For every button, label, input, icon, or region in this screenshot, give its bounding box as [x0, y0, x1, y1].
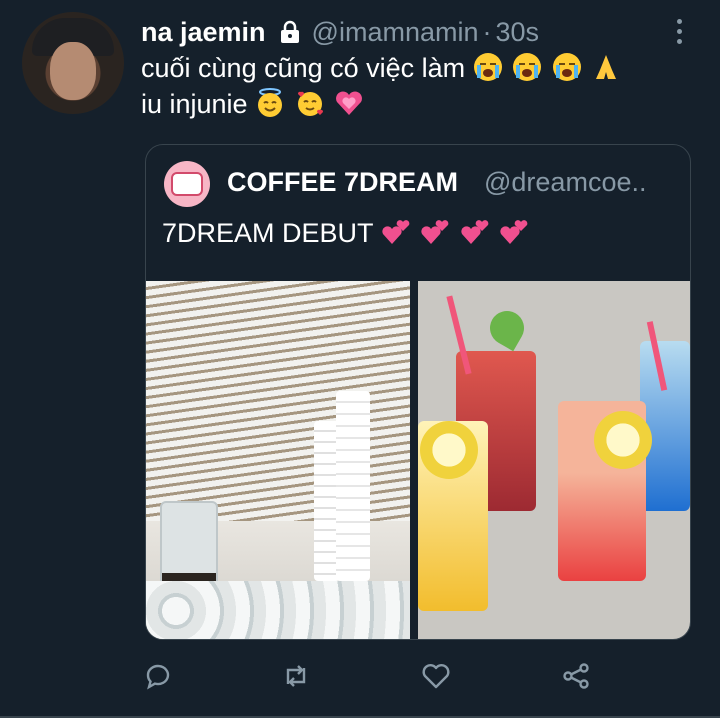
tweet-line-1-text: cuối cùng cũng có việc làm	[141, 53, 466, 83]
smiling-hearts-emoji	[297, 91, 323, 116]
author-name[interactable]: na jaemin	[141, 17, 266, 48]
paper-cup-stack	[336, 391, 370, 581]
two-hearts-emoji	[421, 220, 449, 244]
reply-icon[interactable]	[138, 656, 178, 696]
growing-heart-emoji	[336, 91, 363, 115]
tweet-line-1: cuối cùng cũng có việc làm	[141, 50, 623, 86]
lemon-slice	[420, 421, 478, 479]
lemon-slice	[594, 411, 652, 469]
tweet-time[interactable]: 30s	[496, 17, 540, 48]
tweet-header: na jaemin @imamnamin · 30s	[141, 14, 539, 50]
glass-rows	[146, 581, 410, 639]
photo-drinks[interactable]	[418, 281, 690, 639]
loudly-crying-emoji	[513, 53, 542, 81]
heart-icon[interactable]	[416, 656, 456, 696]
window-blinds	[146, 281, 410, 521]
separator-dot: ·	[482, 16, 492, 47]
lock-icon	[278, 20, 302, 44]
loudly-crying-emoji	[552, 53, 581, 81]
watermelon-slice	[483, 304, 531, 352]
quoted-author-avatar[interactable]	[164, 161, 210, 207]
tweet-text: cuối cùng cũng có việc làm iu injunie	[141, 50, 623, 122]
halo-smile-emoji	[258, 88, 283, 117]
two-hearts-emoji	[381, 220, 409, 244]
tweet-line-2: iu injunie	[141, 86, 623, 122]
quoted-tweet-card[interactable]: COFFEE 7DREAM @dreamcoe.. 7DREAM DEBUT	[145, 144, 691, 640]
author-avatar[interactable]	[22, 12, 124, 114]
loudly-crying-emoji	[473, 53, 502, 81]
photo-cafe-counter[interactable]	[146, 281, 410, 639]
retweet-icon[interactable]	[276, 656, 316, 696]
avatar-face	[50, 42, 96, 100]
quoted-tweet-text-content: 7DREAM DEBUT	[162, 218, 374, 248]
quoted-author-name: COFFEE 7DREAM	[227, 167, 459, 197]
two-hearts-emoji	[460, 220, 488, 244]
tweet-actions	[0, 656, 720, 700]
share-icon[interactable]	[556, 656, 596, 696]
author-handle[interactable]: @imamnamin	[312, 17, 479, 48]
two-hearts-emoji	[500, 220, 528, 244]
folded-hands-emoji	[596, 55, 617, 79]
quoted-author-handle: @dreamcoe..	[484, 167, 647, 197]
tweet-line-2-text: iu injunie	[141, 89, 248, 119]
quoted-tweet-text: 7DREAM DEBUT	[162, 217, 531, 249]
more-vertical-icon[interactable]	[668, 16, 690, 46]
